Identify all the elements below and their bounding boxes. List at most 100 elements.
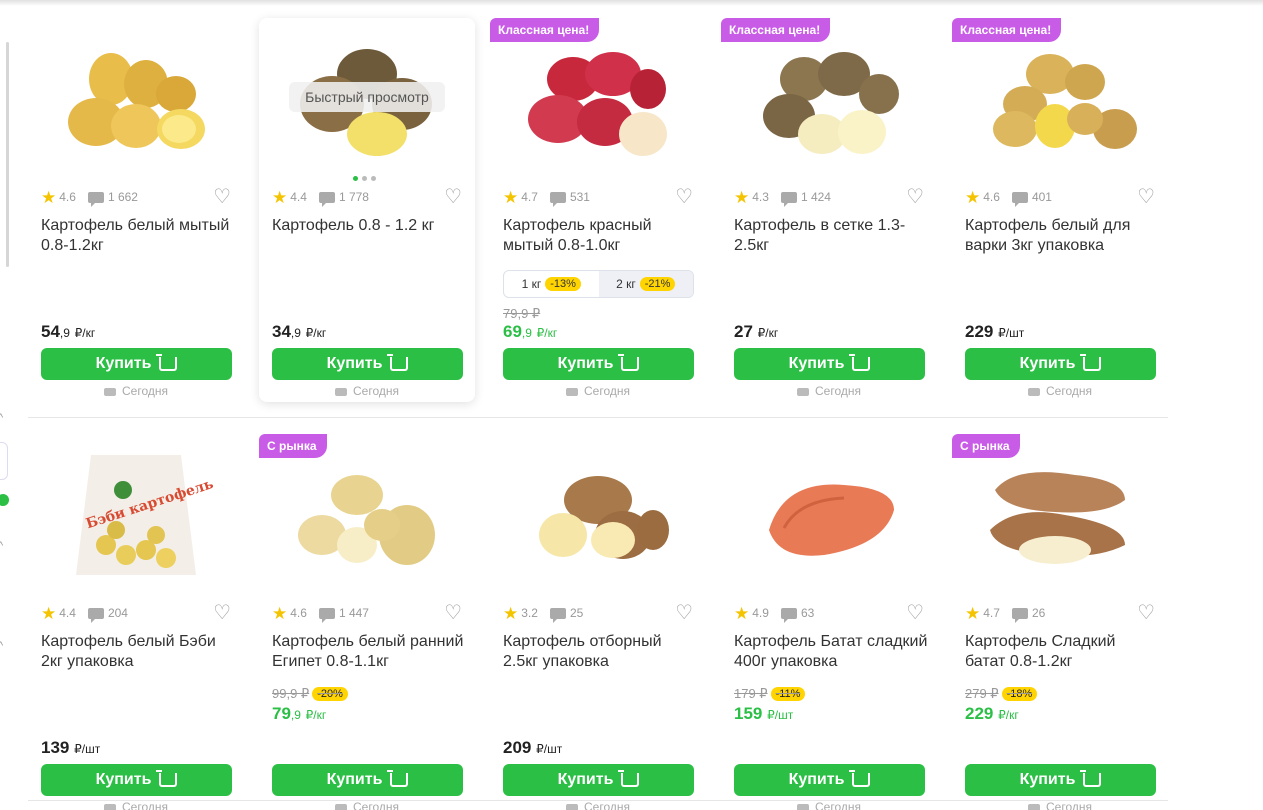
delivery-label: Сегодня [584,800,630,810]
buy-label: Купить [788,771,845,788]
badge-great-price: Классная цена! [490,18,600,42]
favorite-heart-icon[interactable]: ♡ [213,603,231,623]
product-image[interactable] [734,440,924,590]
product-image[interactable] [965,24,1155,174]
buy-button[interactable]: Купить [965,764,1156,796]
reviews-count: 1 424 [800,190,831,204]
favorite-heart-icon[interactable]: ♡ [1137,603,1155,623]
star-icon: ★ [272,603,288,623]
product-image[interactable] [503,24,693,174]
product-title[interactable]: Картофель Сладкий батат 0.8-1.2кг [965,632,1160,672]
reviews-count: 401 [1031,190,1052,204]
star-icon: ★ [41,603,57,623]
carousel-dot[interactable] [353,176,358,181]
buy-button[interactable]: Купить [734,764,925,796]
old-price: 79,9 ₽ [503,306,540,322]
rating-row: ★ 4.6 1 662 [41,188,138,207]
badge-great-price: Классная цена! [952,18,1062,42]
delivery-info: Сегодня [721,800,937,810]
favorite-heart-icon[interactable]: ♡ [906,187,924,207]
product-card[interactable]: Классная цена! ★ 4.7 531 ♡ Картофель кра… [490,18,706,402]
weight-variant-selector[interactable]: 1 кг -13% 2 кг -21% [503,270,694,298]
buy-label: Купить [557,355,614,372]
product-title[interactable]: Картофель отборный 2.5кг упаковка [503,632,698,672]
favorite-heart-icon[interactable]: ♡ [675,603,693,623]
product-card[interactable]: ★ 4.6 1 662 ♡ Картофель белый мытый 0.8-… [28,18,244,402]
buy-button[interactable]: Купить [965,348,1156,380]
product-title[interactable]: Картофель белый ранний Египет 0.8-1.1кг [272,632,467,672]
rating-row: ★ 4.9 63 [734,604,814,623]
variant-label: 1 кг [521,277,542,291]
product-card[interactable]: Классная цена! ★ 4.3 1 424 ♡ Картофель в… [721,18,937,402]
favorite-heart-icon[interactable]: ♡ [906,603,924,623]
old-price: 179 ₽ -11% [734,686,806,702]
product-card[interactable]: Бэби картофель ★ 4.4 204 ♡ Картофель бел… [28,434,244,810]
image-carousel-dots[interactable] [353,176,376,181]
row-divider [28,417,1168,418]
product-image[interactable] [734,24,924,174]
truck-icon [566,387,578,396]
variant-option-2kg[interactable]: 2 кг -21% [598,271,693,297]
product-image[interactable] [272,440,462,590]
product-title[interactable]: Картофель красный мытый 0.8-1.0кг [503,216,698,256]
buy-button[interactable]: Купить [503,348,694,380]
price: 34,9 ₽/кг [272,322,326,342]
product-card[interactable]: С рынка ★ 4.7 26 ♡ Картофель Сладкий бат… [952,434,1168,810]
product-image[interactable]: Бэби картофель [41,440,231,590]
product-title[interactable]: Картофель 0.8 - 1.2 кг [272,216,467,236]
product-image[interactable] [41,24,231,174]
buy-button[interactable]: Купить [41,348,232,380]
favorite-heart-icon[interactable]: ♡ [675,187,693,207]
price-unit: ₽/шт [767,708,794,722]
favorite-heart-icon[interactable]: ♡ [213,187,231,207]
favorite-heart-icon[interactable]: ♡ [444,187,462,207]
carousel-dot[interactable] [362,176,367,181]
reviews-count: 1 778 [338,190,369,204]
row-divider [28,800,1168,801]
product-title[interactable]: Картофель в сетке 1.3-2.5кг [734,216,929,256]
cart-icon [618,354,640,371]
product-image[interactable] [965,440,1155,590]
product-title[interactable]: Картофель белый Бэби 2кг упаковка [41,632,236,672]
price-int: 209 [503,738,532,757]
product-card[interactable]: С рынка ★ 4.6 1 447 ♡ Картофель белый ра… [259,434,475,810]
product-card[interactable]: Классная цена! ★ 4.6 401 ♡ Картофель бел… [952,18,1168,402]
left-scroll-rail[interactable] [6,42,9,267]
price: 27 ₽/кг [734,322,778,342]
price-int: 159 [734,704,763,723]
price: 229 ₽/кг [965,704,1019,724]
favorite-heart-icon[interactable]: ♡ [444,603,462,623]
price-unit: ₽/кг [74,326,96,340]
product-card[interactable]: ★ 4.9 63 ♡ Картофель Батат сладкий 400г … [721,434,937,810]
rating-row: ★ 4.4 204 [41,603,128,623]
product-title[interactable]: Картофель белый мытый 0.8-1.2кг [41,216,236,256]
delivery-info: Сегодня [721,384,937,398]
product-card[interactable]: Быстрый просмотр ★ 4.4 1 778 ♡ Картофель… [259,18,475,402]
product-title[interactable]: Картофель Батат сладкий 400г упаковка [734,632,929,672]
product-card[interactable]: ★ 3.2 25 ♡ Картофель отборный 2.5кг упак… [490,434,706,810]
product-image[interactable] [503,440,693,590]
rating-row: ★ 4.6 1 447 [272,603,369,623]
favorite-heart-icon[interactable]: ♡ [1137,187,1155,207]
buy-button[interactable]: Купить [272,348,463,380]
price-int: 79 [272,704,291,723]
star-icon: ★ [734,187,750,207]
buy-button[interactable]: Купить [41,764,232,796]
quick-view-button[interactable]: Быстрый просмотр [289,82,445,112]
price-kopecks: ,9 [290,708,301,722]
buy-button[interactable]: Купить [272,764,463,796]
price-unit: ₽/кг [305,326,327,340]
comment-icon [1011,191,1028,207]
delivery-label: Сегодня [122,384,168,398]
buy-button[interactable]: Купить [734,348,925,380]
product-title[interactable]: Картофель белый для варки 3кг упаковка [965,216,1160,256]
old-price-value: 99,9 ₽ [272,686,310,701]
cart-icon [1080,354,1102,371]
variant-option-1kg[interactable]: 1 кг -13% [504,271,599,297]
old-price-value: 79,9 ₽ [503,306,541,321]
carousel-dot[interactable] [371,176,376,181]
left-filter-box[interactable] [0,442,8,480]
buy-button[interactable]: Купить [503,764,694,796]
delivery-info: Сегодня [28,800,244,810]
buy-label: Купить [788,355,845,372]
